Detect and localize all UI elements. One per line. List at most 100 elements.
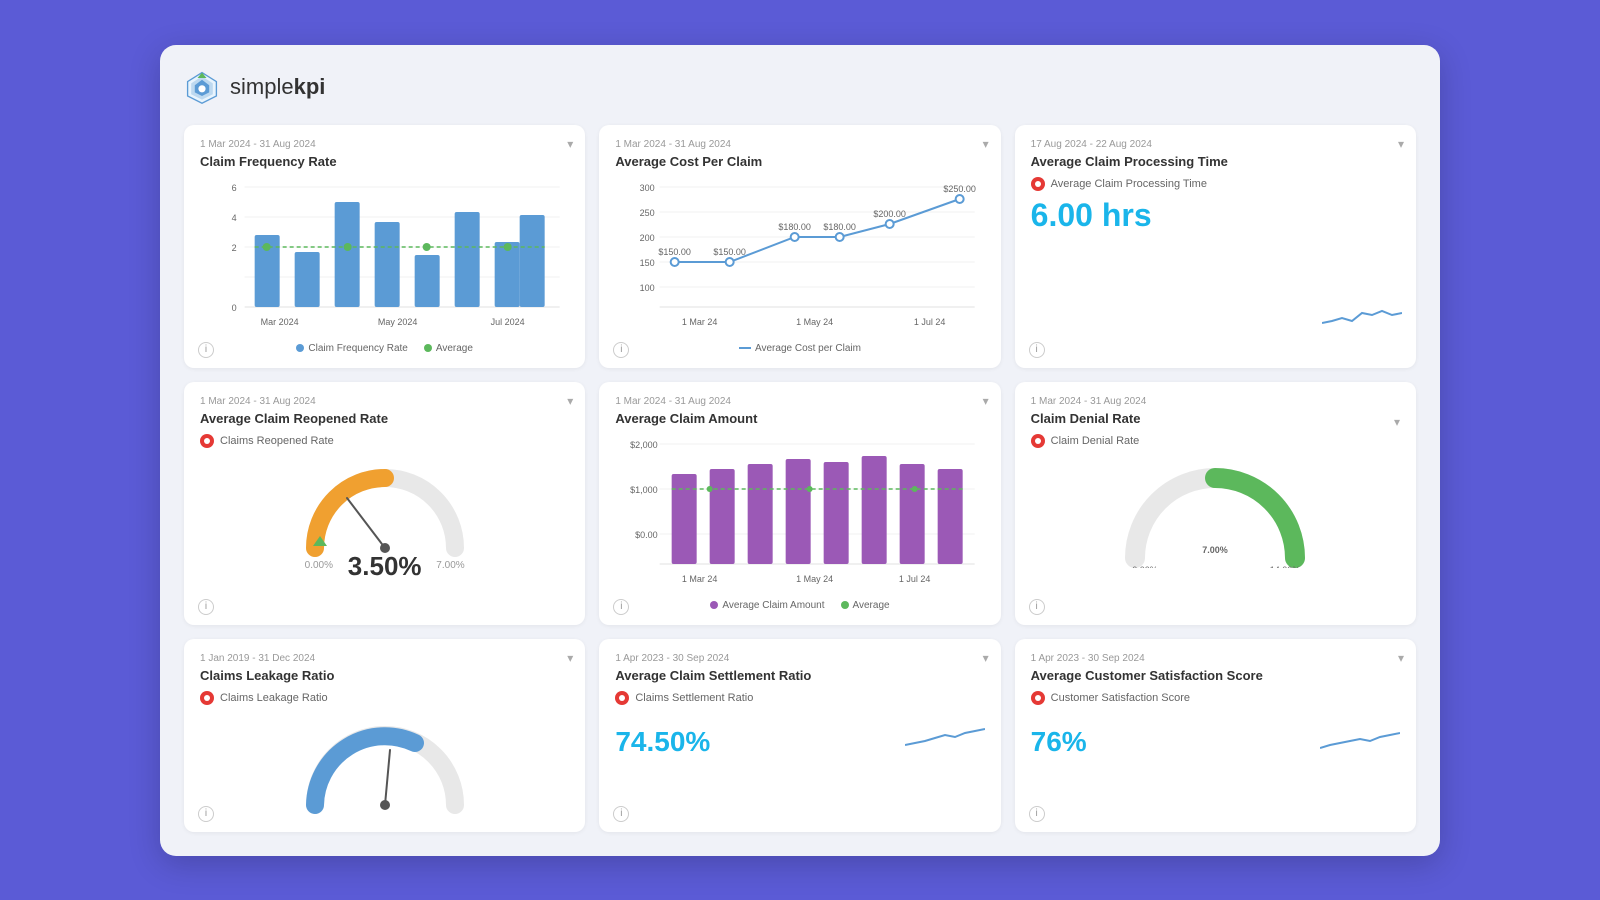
claims-leakage-card: 1 Jan 2019 - 31 Dec 2024 Claims Leakage … <box>184 639 585 832</box>
main-grid: 1 Mar 2024 - 31 Aug 2024 Claim Frequency… <box>184 125 1416 832</box>
svg-text:100: 100 <box>640 283 655 293</box>
avg-customer-satisfaction-label: Customer Satisfaction Score <box>1031 691 1400 705</box>
legend-frequency: Claim Frequency Rate <box>296 343 407 354</box>
avg-cost-legend: Average Cost per Claim <box>615 343 984 354</box>
svg-text:1 Jul 24: 1 Jul 24 <box>899 574 931 584</box>
avg-settlement-icon <box>615 691 629 705</box>
svg-text:1 Mar 24: 1 Mar 24 <box>682 317 718 327</box>
svg-text:14.00%: 14.00% <box>1270 565 1301 568</box>
avg-settlement-info[interactable]: i <box>613 806 629 822</box>
dashboard: simplekpi 1 Mar 2024 - 31 Aug 2024 Claim… <box>160 45 1440 856</box>
avg-reopened-dropdown[interactable]: ▾ <box>567 394 573 408</box>
svg-text:$180.00: $180.00 <box>824 222 857 232</box>
avg-reopened-value: 3.50% <box>348 551 422 582</box>
avg-customer-satisfaction-dropdown[interactable]: ▾ <box>1398 651 1404 665</box>
avg-customer-satisfaction-title: Average Customer Satisfaction Score <box>1031 668 1400 683</box>
claims-leakage-icon <box>200 691 214 705</box>
claim-denial-label: Claim Denial Rate <box>1031 434 1400 448</box>
avg-customer-satisfaction-icon <box>1031 691 1045 705</box>
svg-text:300: 300 <box>640 183 655 193</box>
svg-text:1 Mar 24: 1 Mar 24 <box>682 574 718 584</box>
logo-icon <box>184 69 220 105</box>
claim-denial-dropdown[interactable]: ▾ <box>1394 415 1400 429</box>
avg-claim-amount-chart: $2,000 $1,000 $0.00 <box>615 434 984 594</box>
svg-text:1 May 24: 1 May 24 <box>796 574 833 584</box>
svg-text:$250.00: $250.00 <box>944 184 977 194</box>
claim-denial-gauge: 7.00% 0.00% 14.00% <box>1031 454 1400 568</box>
claim-frequency-legend: Claim Frequency Rate Average <box>200 343 569 354</box>
claims-leakage-label: Claims Leakage Ratio <box>200 691 569 705</box>
avg-cost-svg: 300 250 200 150 100 <box>615 177 984 332</box>
avg-processing-dropdown[interactable]: ▾ <box>1398 137 1404 151</box>
avg-claim-amount-card: 1 Mar 2024 - 31 Aug 2024 Average Claim A… <box>599 382 1000 625</box>
claim-denial-info[interactable]: i <box>1029 599 1045 615</box>
avg-customer-satisfaction-sparkline <box>1320 713 1400 758</box>
svg-text:4: 4 <box>232 213 237 223</box>
avg-processing-label: Average Claim Processing Time <box>1031 177 1400 191</box>
avg-claim-amount-date: 1 Mar 2024 - 31 Aug 2024 <box>615 396 984 407</box>
avg-cost-dropdown[interactable]: ▾ <box>983 137 989 151</box>
avg-reopened-card: 1 Mar 2024 - 31 Aug 2024 Average Claim R… <box>184 382 585 625</box>
avg-processing-sparkline <box>1322 293 1402 338</box>
avg-processing-icon <box>1031 177 1045 191</box>
avg-claim-amount-info[interactable]: i <box>613 599 629 615</box>
legend-avg: Average <box>841 600 890 611</box>
avg-reopened-gauge: 0.00% 7.00% 3.50% <box>200 454 569 582</box>
svg-text:$1,000: $1,000 <box>630 485 658 495</box>
avg-cost-date: 1 Mar 2024 - 31 Aug 2024 <box>615 139 984 150</box>
avg-processing-card: 17 Aug 2024 - 22 Aug 2024 Average Claim … <box>1015 125 1416 368</box>
claims-leakage-gauge <box>200 711 569 815</box>
avg-reopened-icon <box>200 434 214 448</box>
claim-frequency-svg: 6 4 2 0 <box>200 177 569 332</box>
claim-denial-title: Claim Denial Rate <box>1031 411 1141 426</box>
avg-settlement-dropdown[interactable]: ▾ <box>983 651 989 665</box>
avg-reopened-date: 1 Mar 2024 - 31 Aug 2024 <box>200 396 569 407</box>
claims-leakage-date: 1 Jan 2019 - 31 Dec 2024 <box>200 653 569 664</box>
claim-denial-date: 1 Mar 2024 - 31 Aug 2024 <box>1031 396 1400 407</box>
avg-cost-chart: 300 250 200 150 100 <box>615 177 984 337</box>
svg-text:Mar 2024: Mar 2024 <box>261 317 299 327</box>
svg-text:1 Jul 24: 1 Jul 24 <box>914 317 946 327</box>
legend-average: Average <box>424 343 473 354</box>
logo-text: simplekpi <box>230 74 325 100</box>
svg-text:May 2024: May 2024 <box>378 317 418 327</box>
claim-frequency-card: 1 Mar 2024 - 31 Aug 2024 Claim Frequency… <box>184 125 585 368</box>
avg-reopened-label: Claims Reopened Rate <box>200 434 569 448</box>
claims-leakage-info[interactable]: i <box>198 806 214 822</box>
svg-text:0.00%: 0.00% <box>1133 565 1159 568</box>
avg-claim-amount-legend: Average Claim Amount Average <box>615 600 984 611</box>
svg-text:$2,000: $2,000 <box>630 440 658 450</box>
svg-text:2: 2 <box>232 243 237 253</box>
avg-reopened-info[interactable]: i <box>198 599 214 615</box>
legend-claim-amount: Average Claim Amount <box>710 600 824 611</box>
avg-processing-info[interactable]: i <box>1029 342 1045 358</box>
avg-processing-date: 17 Aug 2024 - 22 Aug 2024 <box>1031 139 1400 150</box>
claim-frequency-info[interactable]: i <box>198 342 214 358</box>
claim-denial-icon <box>1031 434 1045 448</box>
svg-text:150: 150 <box>640 258 655 268</box>
avg-settlement-card: 1 Apr 2023 - 30 Sep 2024 Average Claim S… <box>599 639 1000 832</box>
claim-frequency-chart: 6 4 2 0 <box>200 177 569 337</box>
avg-cost-info[interactable]: i <box>613 342 629 358</box>
avg-settlement-value: 74.50% <box>615 726 710 758</box>
avg-claim-amount-dropdown[interactable]: ▾ <box>983 394 989 408</box>
legend-avg-cost: Average Cost per Claim <box>739 343 861 354</box>
avg-settlement-date: 1 Apr 2023 - 30 Sep 2024 <box>615 653 984 664</box>
svg-text:$0.00: $0.00 <box>635 530 658 540</box>
claim-frequency-dropdown[interactable]: ▾ <box>567 137 573 151</box>
avg-settlement-title: Average Claim Settlement Ratio <box>615 668 984 683</box>
claims-leakage-dropdown[interactable]: ▾ <box>567 651 573 665</box>
svg-text:250: 250 <box>640 208 655 218</box>
avg-claim-amount-svg: $2,000 $1,000 $0.00 <box>615 434 984 589</box>
claim-denial-card: 1 Mar 2024 - 31 Aug 2024 Claim Denial Ra… <box>1015 382 1416 625</box>
avg-customer-satisfaction-card: 1 Apr 2023 - 30 Sep 2024 Average Custome… <box>1015 639 1416 832</box>
avg-customer-satisfaction-info[interactable]: i <box>1029 806 1045 822</box>
avg-reopened-title: Average Claim Reopened Rate <box>200 411 569 426</box>
logo-area: simplekpi <box>184 69 1416 105</box>
svg-text:7.00%: 7.00% <box>1203 545 1229 555</box>
svg-text:$180.00: $180.00 <box>779 222 812 232</box>
svg-text:$150.00: $150.00 <box>659 247 692 257</box>
avg-cost-card: 1 Mar 2024 - 31 Aug 2024 Average Cost Pe… <box>599 125 1000 368</box>
claim-frequency-date: 1 Mar 2024 - 31 Aug 2024 <box>200 139 569 150</box>
avg-processing-title: Average Claim Processing Time <box>1031 154 1400 169</box>
